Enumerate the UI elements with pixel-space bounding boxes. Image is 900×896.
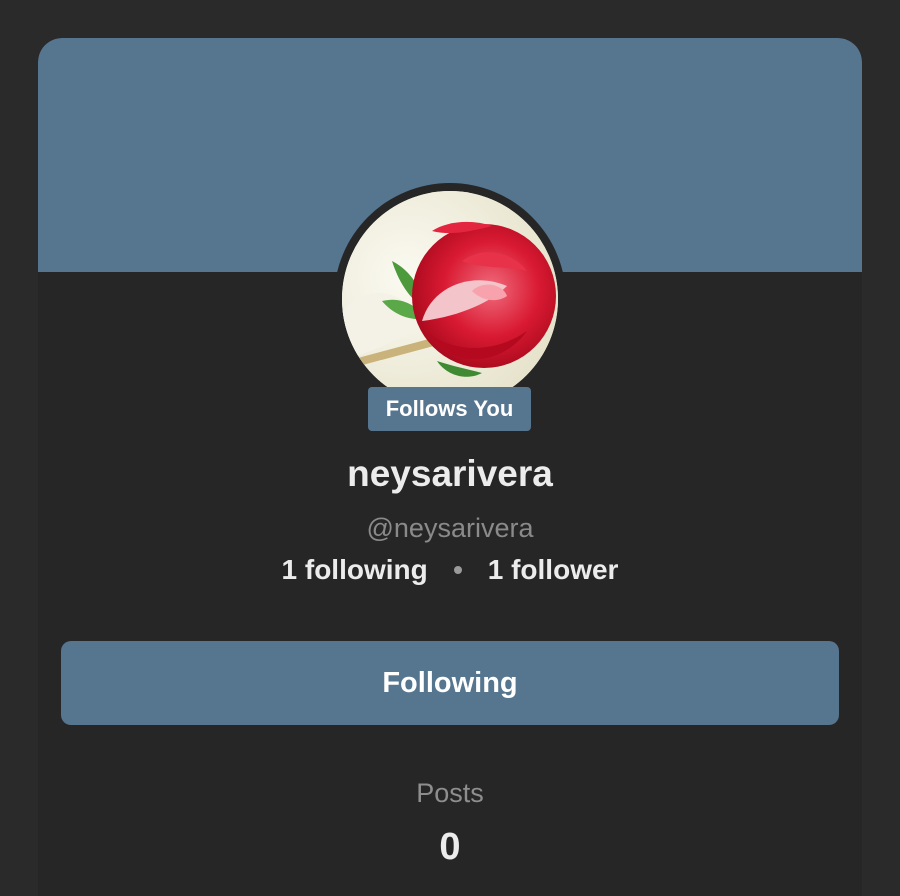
- posts-label: Posts: [416, 778, 484, 808]
- separator-dot: [453, 566, 462, 574]
- following-count-link[interactable]: 1 following: [282, 552, 428, 588]
- avatar[interactable]: [342, 191, 558, 407]
- rose-icon: [342, 191, 558, 407]
- follower-count-link[interactable]: 1 follower: [488, 552, 619, 588]
- posts-count: 0: [439, 826, 461, 868]
- follows-you-badge: Follows You: [368, 387, 531, 431]
- profile-page: Follows You neysarivera @neysarivera 1 f…: [0, 0, 900, 896]
- display-name: neysarivera: [347, 453, 553, 494]
- follow-stats: 1 following 1 follower: [0, 552, 900, 588]
- username-handle: @neysarivera: [366, 513, 534, 543]
- following-button[interactable]: Following: [61, 641, 839, 725]
